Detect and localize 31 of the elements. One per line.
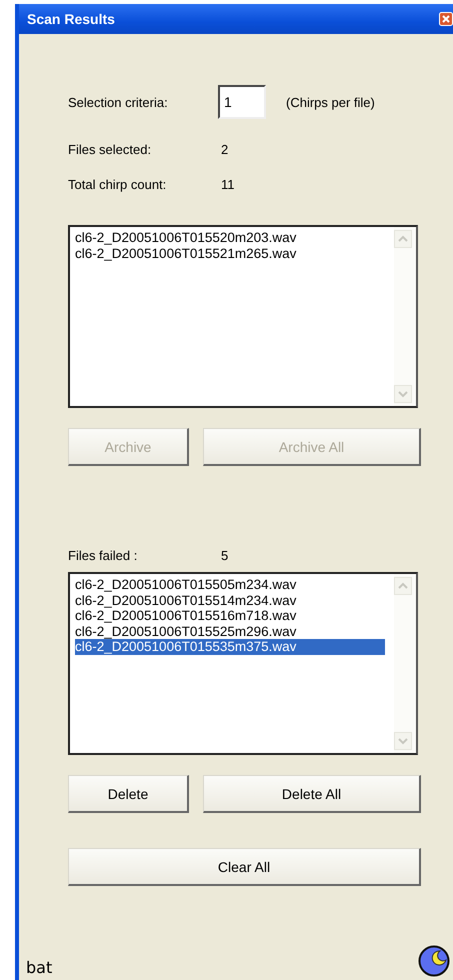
stat-value: 2 [221,142,228,156]
window-title: Scan Results [27,11,115,27]
file-item[interactable]: cl6-2_D20051006T015516m718.wav [75,608,385,624]
stat-value: 11 [221,176,234,192]
file-item[interactable]: cl6-2_D20051006T015505m234.wav [75,577,385,592]
moon-icon [418,945,450,977]
file-item[interactable]: cl6-2_D20051006T015535m375.wav [75,639,385,654]
delete-button[interactable]: Delete All [203,775,421,813]
stat-label: Total chirp count: [68,176,168,192]
delete-button[interactable]: Delete [68,775,189,813]
scrollbar[interactable] [394,227,416,406]
failed-count: 5 [221,548,228,562]
scroll-down-icon[interactable] [394,732,412,750]
file-item[interactable]: cl6-2_D20051006T015514m234.wav [75,592,385,608]
scrollbar[interactable] [394,574,416,753]
scroll-up-icon[interactable] [394,230,412,248]
file-item[interactable]: cl6-2_D20051006T015520m203.wav [75,230,385,246]
stat-label: Files selected: [68,142,152,156]
file-item[interactable]: cl6-2_D20051006T015521m265.wav [75,246,385,261]
close-icon[interactable] [439,12,453,26]
criteria-field[interactable]: 1 [218,85,266,119]
logo-text: bat [26,958,52,977]
failed-files-list[interactable]: cl6-2_D20051006T015505m234.wav cl6-2_D20051006T015514m234.wav cl6-2_D20051006T015516m718.wav cl6-2_D20051006T015525m296.wav cl6-2_D20051006T015535m375.wav [68,572,418,755]
file-item[interactable]: cl6-2_D20051006T015525m296.wav [75,624,385,639]
clear-all-button[interactable]: Clear All [68,848,421,886]
criteria-label: Selection criteria: [68,94,169,110]
scroll-up-icon[interactable] [394,577,412,595]
criteria-unit: (Chirps per file) [286,94,375,110]
scroll-down-icon[interactable] [394,385,412,403]
failed-label: Files failed : [68,548,138,562]
selected-files-list[interactable]: cl6-2_D20051006T015520m203.wav cl6-2_D20051006T015521m265.wav [68,225,418,408]
